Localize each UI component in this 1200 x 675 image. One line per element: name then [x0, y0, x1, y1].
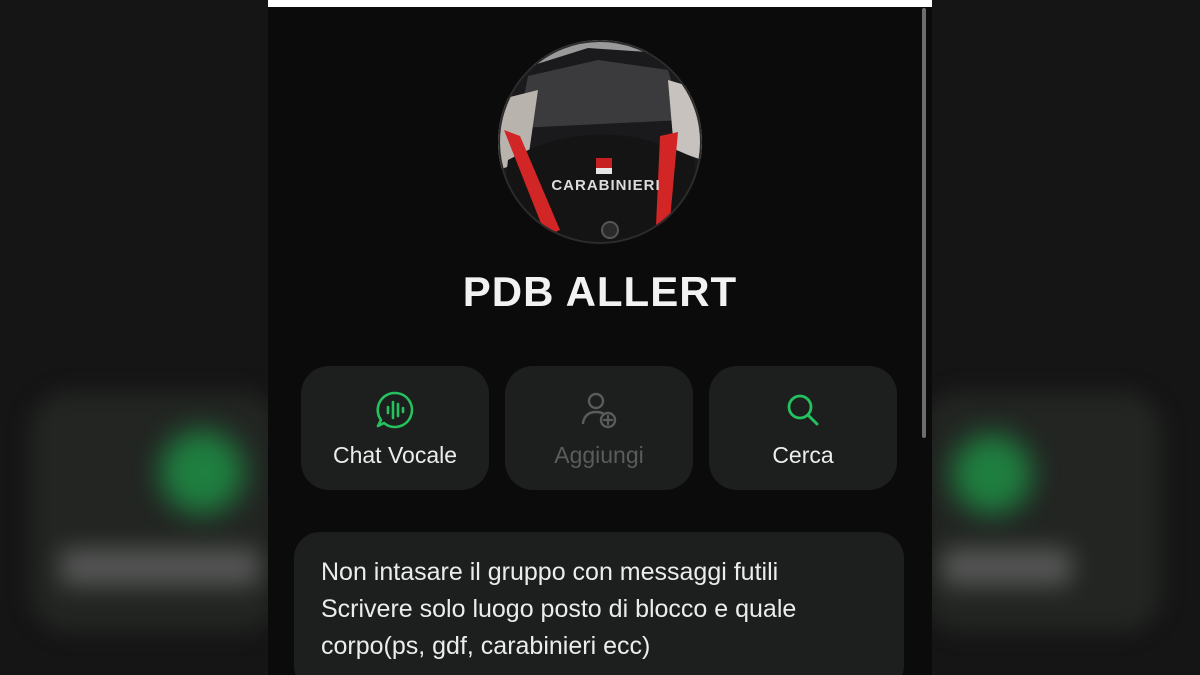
- group-info-screen: CARABINIERI PDB ALLERT Chat Vocale Aggiu…: [268, 0, 932, 675]
- blurred-icon: [952, 434, 1032, 514]
- blurred-backdrop-right: [932, 0, 1200, 675]
- scrollbar[interactable]: [922, 8, 926, 438]
- voice-chat-label: Chat Vocale: [332, 442, 458, 468]
- voice-chat-icon: [376, 391, 414, 429]
- group-name: PDB ALLERT: [462, 268, 738, 315]
- description-line: Non intasare il gruppo con messaggi futi…: [321, 558, 779, 586]
- search-button[interactable]: Cerca: [709, 366, 897, 490]
- blurred-card: [932, 392, 1162, 632]
- search-icon: [787, 394, 819, 426]
- top-bar: [268, 0, 932, 7]
- blurred-icon: [160, 430, 244, 514]
- avatar-text: CARABINIERI: [551, 177, 660, 194]
- voice-chat-button[interactable]: Chat Vocale: [301, 366, 489, 490]
- add-member-label: Aggiungi: [554, 442, 644, 468]
- group-avatar[interactable]: CARABINIERI: [498, 40, 702, 244]
- search-label: Cerca: [772, 442, 834, 468]
- blurred-label: [942, 548, 1072, 586]
- description-line: corpo(ps, gdf, carabinieri ecc): [321, 632, 651, 660]
- description-line: Scrivere solo luogo posto di blocco e qu…: [321, 595, 797, 623]
- add-member-button[interactable]: Aggiungi: [505, 366, 693, 490]
- add-user-icon: [581, 392, 617, 429]
- blurred-card: [30, 392, 268, 632]
- blurred-label: [60, 548, 260, 586]
- blurred-backdrop-left: [0, 0, 268, 675]
- group-description: Non intasare il gruppo con messaggi futi…: [294, 532, 904, 675]
